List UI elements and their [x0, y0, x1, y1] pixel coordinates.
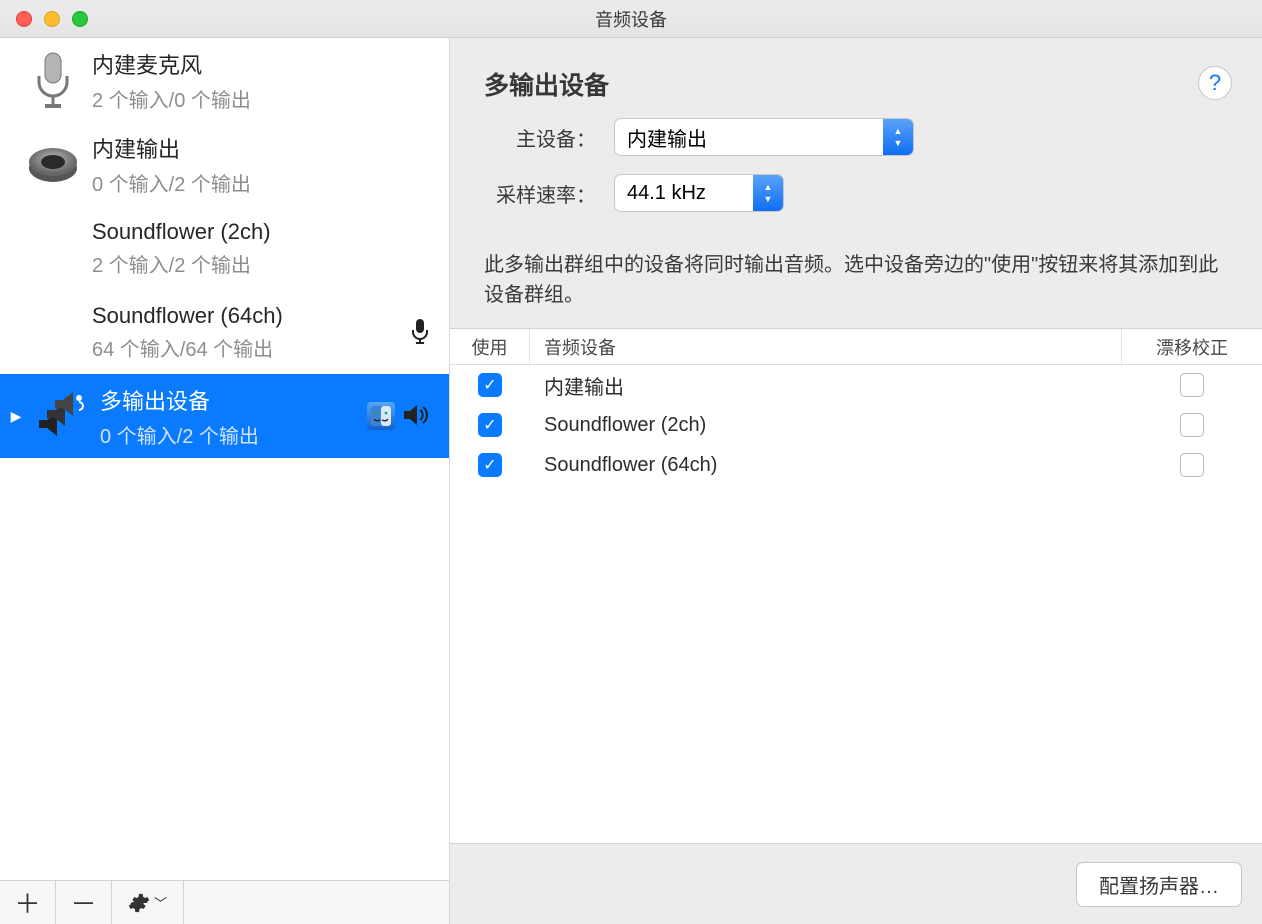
use-checkbox[interactable]: ✓	[478, 453, 502, 477]
master-device-select[interactable]: 内建输出 ▲▼	[614, 118, 914, 156]
device-name: Soundflower (2ch)	[92, 219, 439, 245]
select-stepper-icon: ▲▼	[753, 175, 783, 211]
configure-speakers-button[interactable]: 配置扬声器…	[1076, 862, 1242, 907]
use-checkbox[interactable]: ✓	[478, 413, 502, 437]
audio-devices-window: 音频设备 内建麦克风 2 个输入/0 个输出	[0, 0, 1262, 924]
table-row[interactable]: ✓ 内建输出	[450, 365, 1262, 405]
master-device-row: 主设备： 内建输出 ▲▼	[484, 118, 1232, 156]
content: 内建麦克风 2 个输入/0 个输出	[0, 38, 1262, 924]
titlebar: 音频设备	[0, 0, 1262, 38]
table-header: 使用 音频设备 漂移校正	[450, 329, 1262, 365]
col-use-header[interactable]: 使用	[450, 329, 530, 364]
sidebar-device-soundflower-64ch[interactable]: Soundflower (64ch) 64 个输入/64 个输出	[0, 290, 449, 374]
sample-rate-value: 44.1 kHz	[615, 175, 753, 211]
sidebar-device-builtin-mic[interactable]: 内建麦克风 2 个输入/0 个输出	[0, 38, 449, 122]
device-name: Soundflower (64ch)	[92, 303, 411, 329]
description-text: 此多输出群组中的设备将同时输出音频。选中设备旁边的"使用"按钮来将其添加到此设备…	[450, 250, 1262, 328]
sidebar-device-multi-output[interactable]: ▶ 多输出设备 0 个输入/2 个输出	[0, 374, 449, 458]
sample-rate-row: 采样速率： 44.1 kHz ▲▼	[484, 174, 1232, 212]
device-io-label: 2 个输入/0 个输出	[92, 84, 439, 113]
col-name-header[interactable]: 音频设备	[530, 329, 1122, 364]
device-name: 内建麦克风	[92, 48, 439, 80]
device-io-label: 0 个输入/2 个输出	[92, 168, 439, 197]
sidebar-device-builtin-output[interactable]: 内建输出 0 个输入/2 个输出	[0, 122, 449, 206]
device-io-label: 2 个输入/2 个输出	[92, 249, 439, 278]
remove-device-button[interactable]: －	[56, 881, 112, 924]
row-device-name: 内建输出	[530, 365, 1122, 405]
drift-checkbox[interactable]	[1180, 413, 1204, 437]
main-panel: 多输出设备 ? 主设备： 内建输出 ▲▼ 采样速率： 44.1 kHz ▲▼	[450, 38, 1262, 924]
use-checkbox[interactable]: ✓	[478, 373, 502, 397]
main-header: 多输出设备 ?	[450, 38, 1262, 110]
device-io-label: 64 个输入/64 个输出	[92, 333, 411, 362]
settings-rows: 主设备： 内建输出 ▲▼ 采样速率： 44.1 kHz ▲▼	[450, 110, 1262, 250]
row-device-name: Soundflower (64ch)	[530, 445, 1122, 485]
col-drift-header[interactable]: 漂移校正	[1122, 329, 1262, 364]
master-device-label: 主设备：	[484, 123, 614, 152]
drift-checkbox[interactable]	[1180, 453, 1204, 477]
microphone-icon	[14, 50, 92, 110]
table-row[interactable]: ✓ Soundflower (2ch)	[450, 405, 1262, 445]
speaker-icon	[14, 136, 92, 192]
default-output-icon	[403, 404, 429, 429]
sidebar-device-soundflower-2ch[interactable]: Soundflower (2ch) 2 个输入/2 个输出	[0, 206, 449, 290]
system-effects-icon	[367, 402, 395, 430]
detail-title: 多输出设备	[484, 66, 609, 102]
select-stepper-icon: ▲▼	[883, 119, 913, 155]
actions-menu-button[interactable]: ﹀	[112, 881, 184, 924]
row-device-name: Soundflower (2ch)	[530, 405, 1122, 445]
aggregate-device-icon	[22, 392, 100, 440]
device-list: 内建麦克风 2 个输入/0 个输出	[0, 38, 449, 880]
chevron-down-icon: ﹀	[154, 893, 167, 912]
window-title: 音频设备	[0, 6, 1262, 32]
main-footer: 配置扬声器…	[450, 844, 1262, 924]
sidebar-toolbar: ＋ － ﹀	[0, 880, 449, 924]
drift-checkbox[interactable]	[1180, 373, 1204, 397]
device-name: 内建输出	[92, 132, 439, 164]
master-device-value: 内建输出	[615, 119, 883, 155]
device-table: 使用 音频设备 漂移校正 ✓ 内建输出 ✓ Soundflower (2ch) …	[450, 328, 1262, 844]
sample-rate-select[interactable]: 44.1 kHz ▲▼	[614, 174, 784, 212]
help-button[interactable]: ?	[1198, 66, 1232, 100]
device-name: 多输出设备	[100, 384, 367, 416]
device-io-label: 0 个输入/2 个输出	[100, 420, 367, 449]
sample-rate-label: 采样速率：	[484, 179, 614, 208]
default-input-icon	[411, 318, 429, 347]
add-device-button[interactable]: ＋	[0, 881, 56, 924]
device-sidebar: 内建麦克风 2 个输入/0 个输出	[0, 38, 450, 924]
gear-icon	[128, 892, 150, 914]
table-row[interactable]: ✓ Soundflower (64ch)	[450, 445, 1262, 485]
